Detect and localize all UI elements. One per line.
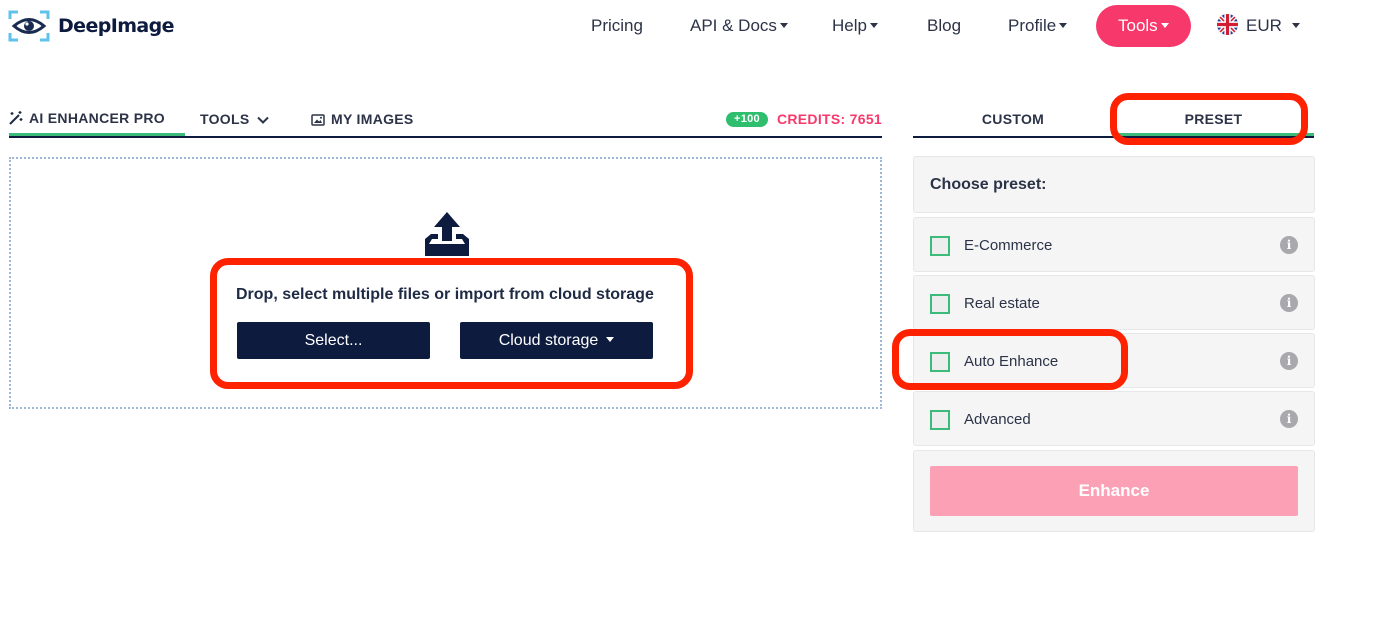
tab-tools-label: TOOLS [200, 111, 250, 127]
magic-wand-icon [9, 111, 23, 125]
preset-checkbox[interactable] [930, 236, 950, 256]
tab-my-images[interactable]: MY IMAGES [311, 103, 414, 136]
nav-profile-label: Profile [1008, 16, 1057, 35]
caret-down-icon [1291, 22, 1300, 28]
main-tabs: AI ENHANCER PRO TOOLS MY IMAGES +100 CRE… [9, 103, 882, 138]
enhance-button[interactable]: Enhance [930, 466, 1298, 516]
credits-display: +100 CREDITS: 7651 [725, 103, 882, 136]
preset-checkbox[interactable] [930, 352, 950, 372]
preset-checkbox[interactable] [930, 410, 950, 430]
credits-bonus-badge[interactable]: +100 [725, 112, 768, 127]
caret-down-icon [606, 336, 615, 342]
info-icon[interactable]: i [1280, 236, 1298, 254]
info-icon[interactable]: i [1280, 410, 1298, 428]
preset-label: Auto Enhance [964, 353, 1059, 370]
nav-pricing[interactable]: Pricing [591, 5, 643, 47]
images-icon [311, 113, 325, 126]
preset-label: Real estate [964, 295, 1040, 312]
caret-down-icon [1160, 22, 1169, 28]
upload-prompt: Drop, select multiple files or import fr… [236, 286, 654, 303]
preset-option-real-estate[interactable]: Real estate i [913, 275, 1315, 330]
tab-my-images-label: MY IMAGES [331, 111, 414, 127]
nav-help[interactable]: Help [832, 5, 878, 47]
preset-checkbox[interactable] [930, 294, 950, 314]
nav-blog[interactable]: Blog [927, 5, 961, 47]
uk-flag-icon [1217, 14, 1238, 36]
tab-ai-enhancer-pro[interactable]: AI ENHANCER PRO [9, 103, 185, 136]
tab-custom[interactable]: CUSTOM [913, 103, 1113, 136]
tab-tools[interactable]: TOOLS [200, 103, 270, 136]
cloud-storage-label: Cloud storage [498, 332, 599, 349]
upload-tray-icon [425, 212, 469, 256]
preset-option-advanced[interactable]: Advanced i [913, 391, 1315, 446]
caret-down-icon [1059, 22, 1068, 28]
preset-option-ecommerce[interactable]: E-Commerce i [913, 217, 1315, 272]
info-icon[interactable]: i [1280, 294, 1298, 312]
tab-ai-enhancer-pro-label: AI ENHANCER PRO [29, 109, 165, 126]
choose-preset-header: Choose preset: [913, 156, 1315, 213]
caret-down-icon [869, 22, 878, 28]
mode-tabs: CUSTOM PRESET [913, 103, 1314, 138]
preset-label: E-Commerce [964, 237, 1053, 254]
choose-preset-title: Choose preset: [930, 176, 1047, 193]
info-icon[interactable]: i [1280, 352, 1298, 370]
main-nav: Pricing API & Docs Help Blog Profile Too… [0, 5, 1394, 47]
nav-tools-button[interactable]: Tools [1096, 5, 1191, 47]
preset-option-auto-enhance[interactable]: Auto Enhance i [913, 333, 1315, 388]
tab-preset[interactable]: PRESET [1113, 103, 1314, 136]
select-files-button[interactable]: Select... [237, 322, 430, 359]
currency-selector[interactable]: EUR [1217, 5, 1300, 47]
enhance-container: Enhance [913, 450, 1315, 532]
cloud-storage-button[interactable]: Cloud storage [460, 322, 653, 359]
nav-profile[interactable]: Profile [1008, 5, 1068, 47]
nav-help-label: Help [832, 16, 867, 35]
credits-count: CREDITS: 7651 [776, 111, 882, 127]
preset-label: Advanced [964, 411, 1031, 428]
caret-down-icon [779, 22, 788, 28]
upload-dropzone[interactable]: Drop, select multiple files or import fr… [9, 157, 882, 409]
nav-tools-label: Tools [1118, 16, 1158, 35]
chevron-down-icon [257, 116, 270, 124]
top-navbar: DeepImage Pricing API & Docs Help Blog P… [0, 0, 1394, 54]
nav-api-docs[interactable]: API & Docs [690, 5, 788, 47]
nav-api-docs-label: API & Docs [690, 16, 777, 35]
currency-label: EUR [1246, 16, 1282, 35]
